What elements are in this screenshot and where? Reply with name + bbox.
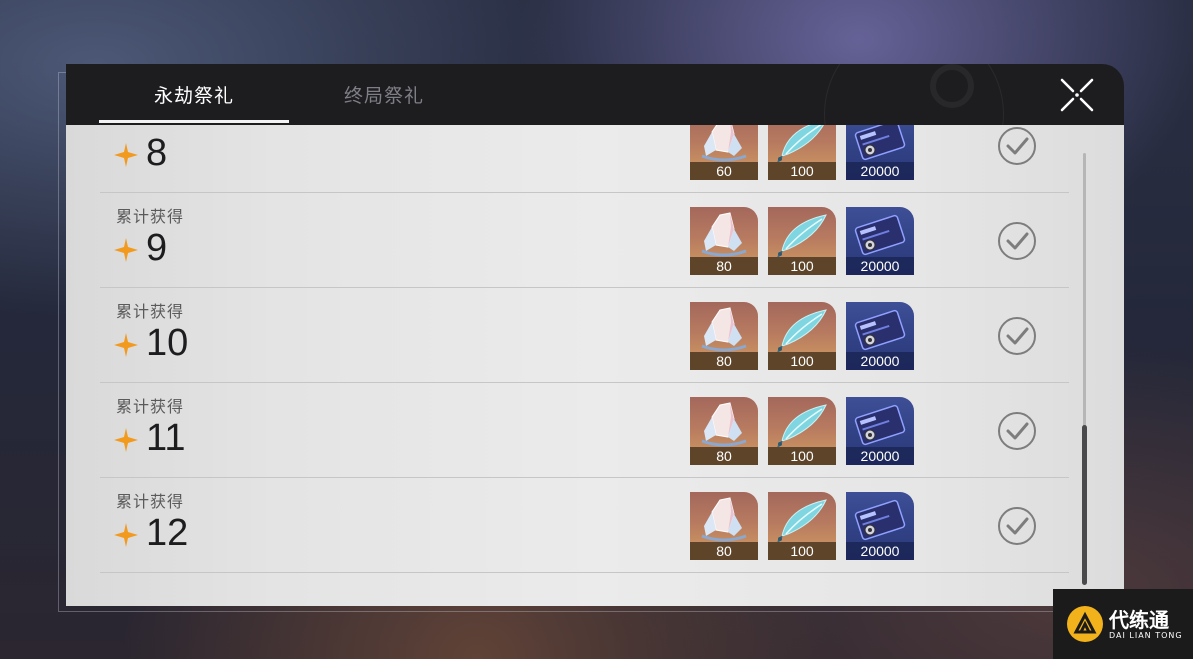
claimed-check-icon: [996, 125, 1038, 167]
reward-row: 累计获得 11 80 100 20000: [100, 383, 1069, 478]
reward-item-feather[interactable]: 100: [768, 397, 836, 465]
close-button[interactable]: [1058, 76, 1096, 114]
reward-row: 累计获得 12 80 100 20000: [100, 478, 1069, 573]
watermark-text: 代练通: [1109, 607, 1169, 632]
reward-item-feather[interactable]: 100: [768, 492, 836, 560]
reward-item-card[interactable]: 20000: [846, 302, 914, 370]
reward-item-crystal[interactable]: 60: [690, 125, 758, 180]
row-label: 累计获得: [116, 492, 185, 511]
item-quantity: 20000: [846, 542, 914, 560]
reward-item-crystal[interactable]: 80: [690, 397, 758, 465]
item-quantity: 60: [690, 162, 758, 180]
watermark-subtext: DAI LIAN TONG: [1109, 630, 1183, 640]
item-quantity: 80: [690, 257, 758, 275]
reward-item-feather[interactable]: 100: [768, 302, 836, 370]
reward-item-feather[interactable]: 100: [768, 207, 836, 275]
claimed-check-icon: [996, 315, 1038, 357]
item-quantity: 100: [768, 447, 836, 465]
star-icon: [114, 333, 138, 357]
reward-item-crystal[interactable]: 80: [690, 302, 758, 370]
watermark-icon: [1067, 606, 1103, 642]
item-quantity: 20000: [846, 162, 914, 180]
row-count: 8: [146, 132, 168, 174]
row-count: 12: [146, 512, 189, 554]
row-label: 累计获得: [116, 207, 185, 226]
star-icon: [114, 428, 138, 452]
star-icon: [114, 523, 138, 547]
item-quantity: 100: [768, 257, 836, 275]
reward-row: 8 60 100 20000: [100, 125, 1069, 193]
row-count: 11: [146, 417, 186, 459]
reward-item-card[interactable]: 20000: [846, 125, 914, 180]
reward-item-crystal[interactable]: 80: [690, 207, 758, 275]
claimed-check-icon: [996, 410, 1038, 452]
star-icon: [114, 238, 138, 262]
watermark-logo: 代练通 DAI LIAN TONG: [1053, 589, 1193, 659]
reward-list[interactable]: 8 60 100 20000 累计获得 9 80 100 20000 累计获得 …: [66, 125, 1124, 606]
tab-eternal-rite[interactable]: 永劫祭礼: [99, 64, 289, 125]
item-quantity: 20000: [846, 257, 914, 275]
row-label: 累计获得: [116, 302, 185, 321]
header-decoration-ring: [930, 64, 974, 108]
row-count: 9: [146, 227, 168, 269]
reward-item-card[interactable]: 20000: [846, 492, 914, 560]
reward-row: 累计获得 10 80 100 20000: [100, 288, 1069, 383]
reward-item-feather[interactable]: 100: [768, 125, 836, 180]
claimed-check-icon: [996, 220, 1038, 262]
row-count: 10: [146, 322, 189, 364]
star-icon: [114, 143, 138, 167]
reward-item-crystal[interactable]: 80: [690, 492, 758, 560]
item-quantity: 80: [690, 352, 758, 370]
reward-item-card[interactable]: 20000: [846, 397, 914, 465]
header-decoration: [824, 64, 1004, 125]
claimed-check-icon: [996, 505, 1038, 547]
item-quantity: 20000: [846, 447, 914, 465]
reward-panel: 永劫祭礼 终局祭礼 8 60 100 20000 累计获得 9 80 100 2…: [66, 64, 1124, 606]
reward-item-card[interactable]: 20000: [846, 207, 914, 275]
item-quantity: 100: [768, 162, 836, 180]
item-quantity: 80: [690, 542, 758, 560]
scrollbar-thumb[interactable]: [1082, 425, 1087, 585]
panel-header: 永劫祭礼 终局祭礼: [66, 64, 1124, 125]
item-quantity: 100: [768, 542, 836, 560]
close-icon: [1060, 78, 1094, 112]
tab-final-rite[interactable]: 终局祭礼: [289, 64, 479, 125]
reward-row: 累计获得 9 80 100 20000: [100, 193, 1069, 288]
row-label: 累计获得: [116, 397, 185, 416]
item-quantity: 80: [690, 447, 758, 465]
item-quantity: 100: [768, 352, 836, 370]
item-quantity: 20000: [846, 352, 914, 370]
